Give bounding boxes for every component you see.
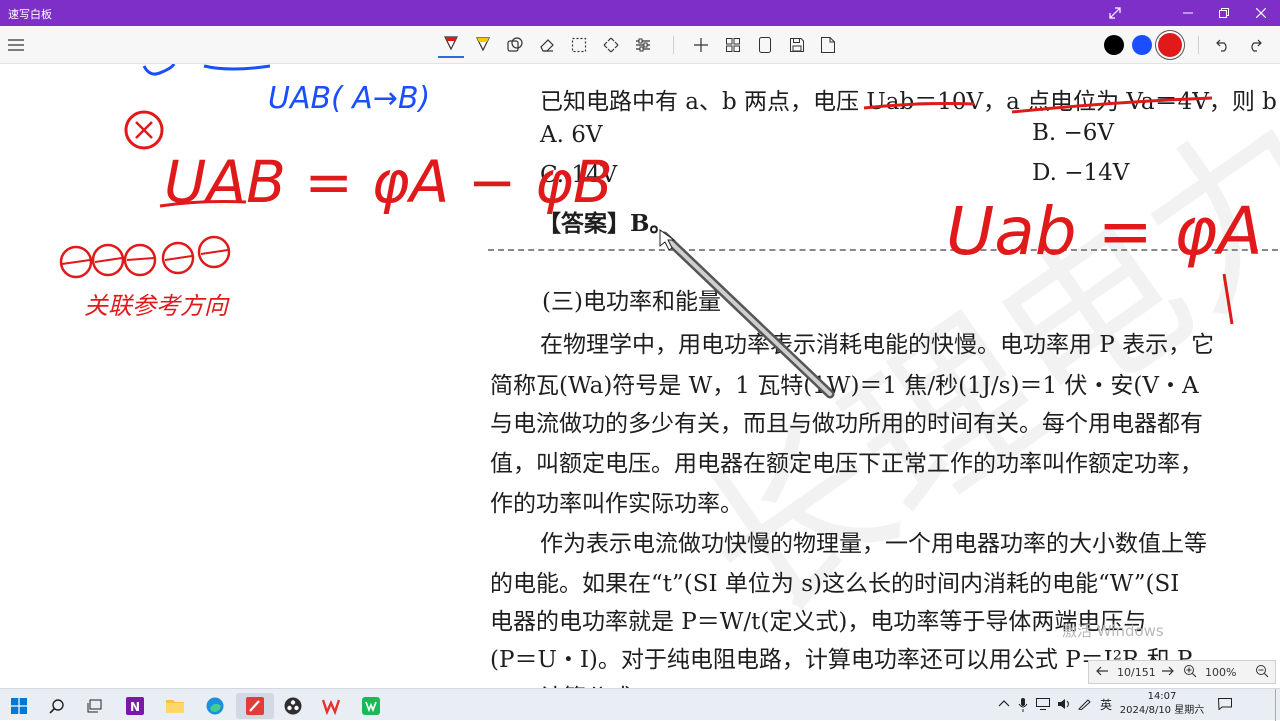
blue-note: UAB( A→B) (268, 81, 430, 116)
search-icon[interactable] (38, 693, 76, 719)
zoom-in-icon[interactable] (1183, 664, 1197, 681)
menu-icon[interactable] (3, 32, 29, 58)
wechat-icon[interactable] (352, 693, 390, 719)
export-icon[interactable] (815, 32, 841, 58)
window-title: 速写白板 (8, 8, 52, 21)
microphone-icon[interactable] (1018, 698, 1028, 715)
eraser-icon[interactable] (534, 32, 560, 58)
ime-indicator[interactable]: 英 (1100, 696, 1112, 713)
edge-icon[interactable] (196, 693, 234, 719)
undo-icon[interactable] (1210, 32, 1236, 58)
whiteboard-icon[interactable] (236, 693, 274, 719)
blue-stroke (142, 64, 176, 76)
start-icon[interactable] (0, 693, 38, 719)
next-page-icon[interactable] (1161, 664, 1175, 681)
onenote-icon[interactable]: N (116, 693, 154, 719)
clock-date: 2024/8/10 星期六 (1119, 705, 1205, 716)
show-desktop-button[interactable] (1275, 689, 1280, 721)
task-view-icon[interactable] (76, 693, 114, 719)
red-formula-right: Uab = φA − φb (946, 193, 1280, 270)
select-icon[interactable] (566, 32, 592, 58)
restore-icon[interactable] (1207, 0, 1241, 26)
pen-settings-icon[interactable] (1078, 698, 1092, 713)
redo-icon[interactable] (1242, 32, 1268, 58)
plus-icon[interactable] (688, 32, 714, 58)
expand-icon[interactable] (1098, 0, 1132, 26)
color-red-swatch-selected[interactable] (1158, 33, 1182, 57)
toolbar-divider (1198, 36, 1199, 54)
volume-icon[interactable] (1058, 698, 1072, 713)
pen-icon[interactable] (438, 32, 464, 58)
page-icon[interactable] (752, 32, 778, 58)
red-underline (863, 102, 975, 110)
red-stroke (135, 121, 153, 139)
color-blue-swatch[interactable] (1132, 35, 1152, 55)
tray-overflow-icon[interactable] (998, 698, 1010, 711)
page-navigator: 10/151 100% (1088, 660, 1276, 684)
red-formula-left: UAB = φA − φB (164, 148, 613, 216)
notification-icon[interactable] (1217, 698, 1232, 713)
wps-icon[interactable] (312, 693, 350, 719)
whiteboard-canvas[interactable]: 长理电力 已知电路中有 a、b 两点，电压 Uab＝10V，a 点电位为 Va＝… (0, 64, 1280, 688)
red-stroke (1222, 273, 1234, 325)
minimize-icon[interactable] (1171, 0, 1205, 26)
ink-layer: UAB( A→B) UAB = φA − φB 关联参考方向 Uab = φA … (59, 64, 1280, 399)
shape-icon[interactable] (502, 32, 528, 58)
red-underline (1011, 96, 1213, 114)
red-note: 关联参考方向 (84, 292, 230, 320)
network-icon[interactable] (1036, 698, 1050, 713)
clock-time: 14:07 (1147, 691, 1177, 702)
taskbar: N 英 14:07 2024/8/10 星期六 (0, 688, 1280, 721)
obs-icon[interactable] (274, 693, 312, 719)
activation-watermark: 激活 Windows (1062, 622, 1164, 640)
pointer-highlight (662, 234, 832, 396)
blue-stroke (203, 64, 271, 71)
save-icon[interactable] (784, 32, 810, 58)
zoom-level: 100% (1205, 666, 1237, 679)
toolbar-divider (673, 36, 674, 54)
prev-page-icon[interactable] (1095, 664, 1109, 681)
highlighter-icon[interactable] (470, 32, 496, 58)
svg-text:N: N (130, 700, 140, 714)
close-icon[interactable] (1244, 0, 1278, 26)
color-black-swatch[interactable] (1104, 35, 1124, 55)
grid-icon[interactable] (720, 32, 746, 58)
system-clock[interactable]: 14:07 2024/8/10 星期六 (1116, 690, 1208, 718)
settings-sliders-icon[interactable] (630, 32, 656, 58)
page-indicator: 10/151 (1117, 666, 1156, 679)
move-icon[interactable] (598, 32, 624, 58)
toolbar (0, 26, 1280, 64)
zoom-out-icon[interactable] (1255, 664, 1269, 681)
file-explorer-icon[interactable] (156, 693, 194, 719)
title-bar: 速写白板 (0, 0, 1280, 26)
